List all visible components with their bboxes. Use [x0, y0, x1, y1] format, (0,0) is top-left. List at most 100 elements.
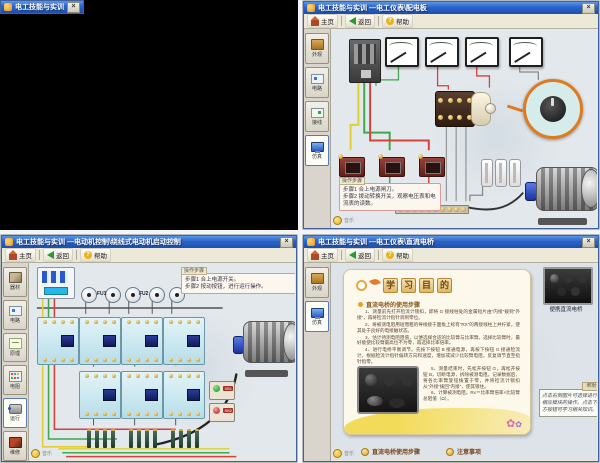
close-icon[interactable]: × [582, 3, 595, 14]
meter-sim-window: 电工技能与实训 —电工仪表\配电板 × 主页 返回 帮助 外观 电路 接线 仿真 [303, 1, 599, 229]
sidebar-item-appearance[interactable]: 外观 [305, 33, 329, 64]
titlebar: 电工技能与实训 —电工仪表\配电板 × [304, 2, 598, 14]
analog-meter [509, 37, 543, 67]
close-icon[interactable]: × [280, 237, 293, 248]
motor-sim-screen: 电工技能与实训 —电动机控制\绕线式电动机启动控制 × 主页 返回 帮助 器材 … [0, 234, 298, 463]
sidebar-item-principle[interactable]: 原理 [3, 333, 27, 363]
toolbar-separator [378, 16, 379, 26]
bridge-thumbnail[interactable] [543, 267, 593, 305]
meter-sim-screen: 电工技能与实训 —电工仪表\配电板 × 主页 返回 帮助 外观 电路 接线 仿真 [302, 0, 600, 230]
contactor [79, 317, 121, 365]
titlebar: 电工技能与实训 —电动机控制\绕线式电动机启动控制 × [2, 236, 296, 248]
app-icon [307, 4, 315, 12]
help-button[interactable]: 帮助 [382, 248, 413, 262]
back-button[interactable]: 返回 [43, 248, 73, 262]
splash-titlebar: 电工技能与实训 × [1, 1, 83, 13]
sidebar-item-appearance[interactable]: 外观 [305, 267, 329, 298]
knife-switch[interactable] [349, 39, 381, 83]
magnifier-view [523, 79, 583, 139]
fuse-link [495, 159, 507, 187]
toolbar-separator [39, 250, 40, 260]
toolbar: 主页 返回 帮助 [2, 248, 296, 263]
sidebar-item-resistor[interactable]: 电阻 [3, 365, 27, 395]
fuse [105, 287, 121, 303]
home-button[interactable]: 主页 [307, 248, 338, 262]
home-icon [9, 254, 17, 260]
sidebar-item-equipment[interactable]: 器材 [3, 267, 27, 297]
sim-canvas: FU1 FU2 操作步骤 步骤1 合上电源开关。 步骤2 按动按钮，进行运行操作… [29, 263, 295, 460]
motor-cap [283, 323, 295, 361]
wiring-icon [311, 108, 324, 118]
contactor [121, 371, 163, 419]
help-icon [84, 251, 92, 259]
splash-screen: 电工技能与实训 × Electrician technology and tra… [0, 0, 298, 230]
music-toggle[interactable]: 音乐 [31, 449, 52, 458]
sidebar-item-circuit[interactable]: 电路 [3, 300, 27, 330]
help-text: 点击右侧图片可选择进行相应模块的操作。点击下方按钮可学习相关知识。 [542, 393, 597, 413]
music-toggle[interactable]: 音乐 [333, 449, 354, 458]
switch-knob-zoom[interactable] [540, 96, 566, 122]
box-icon [311, 273, 324, 284]
fuse [81, 287, 97, 303]
window-title: 电工技能与实训 —电工仪表\配电板 [318, 3, 579, 13]
help-icon [386, 251, 394, 259]
orange-bullet-icon [358, 302, 363, 307]
sidebar-item-repair[interactable]: 维修 [3, 431, 27, 461]
sidebar-item-wiring[interactable]: 接线 [305, 101, 329, 132]
help-button[interactable]: 帮助 [80, 248, 111, 262]
stop-button[interactable]: SB2 [209, 403, 235, 422]
paragraph: 1、测量前先打开检流计锁扣，即将 G 接线柱处的金属短片由“内接”拨到“外接”，… [357, 309, 520, 321]
study-card: 学 习 目 的 直流电桥的使用步骤 1、测量前先打开检流计锁扣，即将 G 接线柱… [343, 269, 531, 435]
operation-steps-box: 操作步骤 步骤1 合上电源开关。 步骤2 按动按钮，进行运行操作。 [181, 273, 295, 294]
close-icon[interactable]: × [67, 2, 80, 13]
back-icon [349, 17, 356, 25]
contactor [121, 317, 163, 365]
music-icon [333, 216, 342, 225]
back-button[interactable]: 返回 [345, 248, 375, 262]
heading-char: 目 [419, 278, 434, 293]
window-title: 电工技能与实训 —电工仪表\直流电桥 [318, 237, 579, 247]
sidebar-item-run[interactable]: 运行 [3, 398, 27, 428]
leaf-icon [369, 277, 380, 286]
red-button-icon[interactable] [213, 407, 220, 414]
fuse-link [509, 159, 521, 187]
window-title: 电工技能与实训 [15, 2, 64, 12]
sidebar-item-simulation[interactable]: 仿真 [305, 135, 329, 166]
bottom-links: 直流电桥使用步骤 注意事项 [361, 447, 481, 456]
help-note-box: 帮助 点击右侧图片可选择进行相应模块的操作。点击下方按钮可学习相关知识。 [539, 389, 597, 417]
sidebar-item-circuit[interactable]: 电路 [305, 67, 329, 98]
help-icon [386, 17, 394, 25]
current-transformer [339, 157, 365, 177]
flower-decoration: ✿✿ [506, 417, 522, 430]
home-button[interactable]: 主页 [307, 14, 338, 28]
link-bullet-icon [361, 448, 369, 456]
rotary-knob[interactable] [485, 103, 496, 114]
link-precautions[interactable]: 注意事项 [446, 447, 481, 456]
close-icon[interactable]: × [582, 237, 595, 248]
motor-cap [581, 169, 597, 208]
tools-icon [9, 437, 22, 448]
thumbnail-caption: 便携直流电桥 [537, 305, 595, 313]
back-icon [47, 251, 54, 259]
fuse-label: FU2 [139, 291, 148, 297]
rotary-switch[interactable] [435, 91, 491, 125]
sidebar-item-simulation[interactable]: 仿真 [305, 301, 329, 332]
back-button[interactable]: 返回 [345, 14, 375, 28]
green-button-icon[interactable] [213, 385, 220, 392]
help-button[interactable]: 帮助 [382, 14, 413, 28]
toolbar-separator [341, 250, 342, 260]
link-bullet-icon [446, 448, 454, 456]
titlebar: 电工技能与实训 —电工仪表\直流电桥 × [304, 236, 598, 248]
study-screen: 电工技能与实训 —电工仪表\直流电桥 × 主页 返回 帮助 外观 仿真 [302, 234, 600, 463]
step-line: 步骤2 拨动转换开关，观察电压表和电流表的读数。 [343, 194, 437, 208]
app-icon [307, 238, 315, 246]
paragraph: 2、将被测电阻用短而粗的导线接于面板上标有“RX”的两接线柱上并拧紧，使其处于良… [357, 322, 520, 334]
music-toggle[interactable]: 音乐 [333, 216, 354, 225]
start-button[interactable]: SB1 [209, 381, 235, 400]
circuit-breaker[interactable] [37, 267, 75, 299]
current-transformer [379, 157, 405, 177]
home-button[interactable]: 主页 [5, 248, 36, 262]
starting-resistors [171, 429, 199, 448]
heading-char: 的 [437, 278, 452, 293]
link-usage-steps[interactable]: 直流电桥使用步骤 [361, 447, 420, 456]
